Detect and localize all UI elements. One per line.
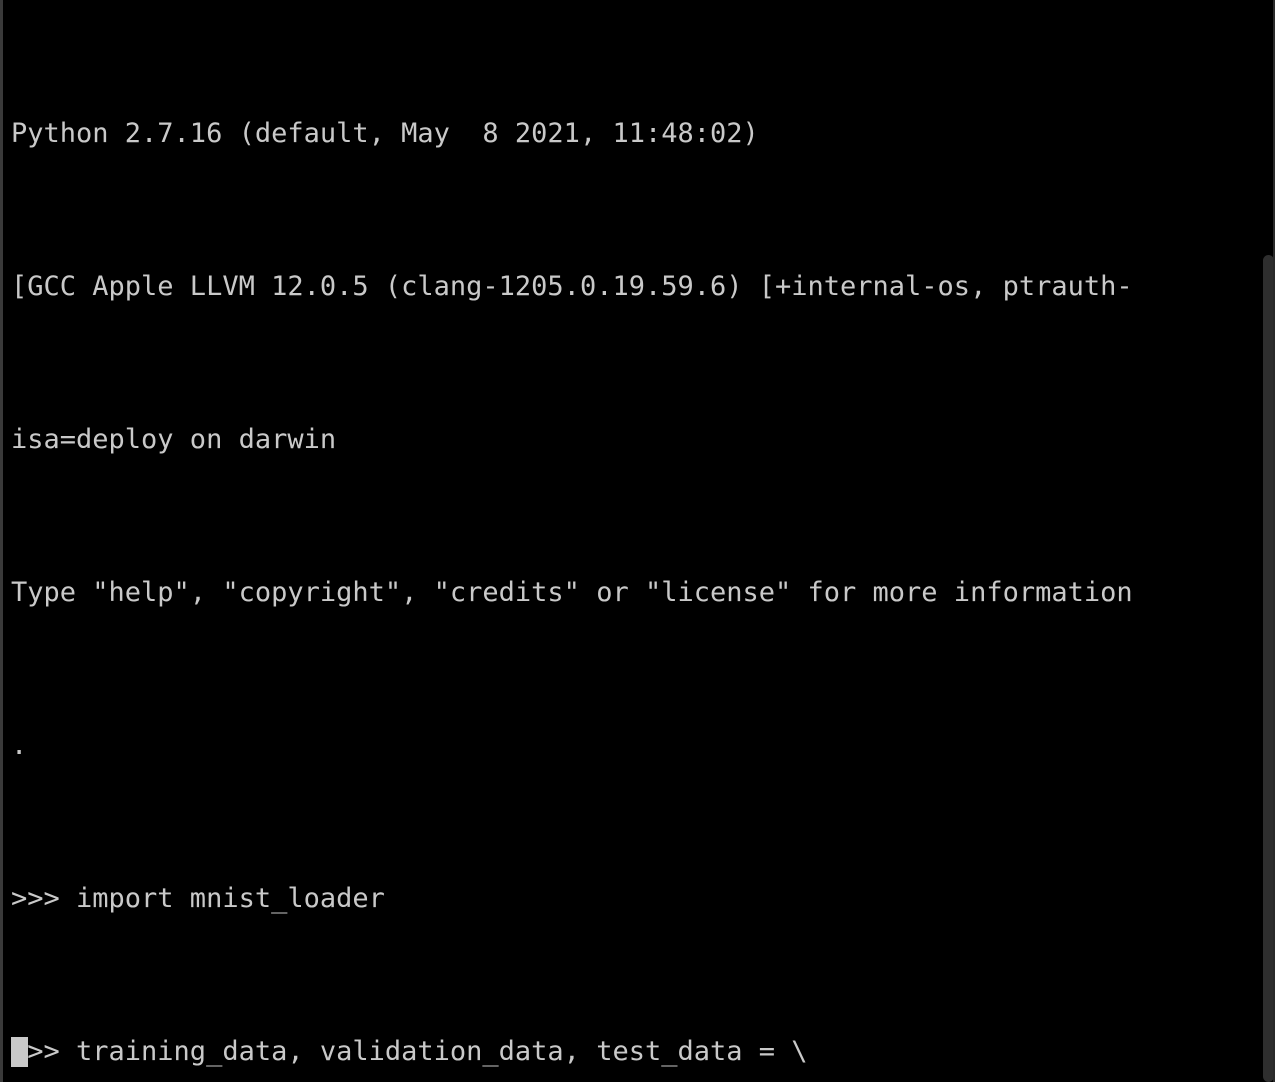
terminal-command-line: >>> import mnist_loader	[11, 883, 385, 914]
terminal-window[interactable]: Python 2.7.16 (default, May 8 2021, 11:4…	[0, 0, 1275, 1082]
terminal-line: Type "help", "copyright", "credits" or "…	[11, 577, 1133, 608]
block-cursor	[11, 1037, 28, 1067]
terminal-line: .	[11, 730, 28, 761]
terminal-line: Python 2.7.16 (default, May 8 2021, 11:4…	[11, 118, 759, 149]
terminal-line: isa=deploy on darwin	[11, 424, 337, 455]
terminal-line: [GCC Apple LLVM 12.0.5 (clang-1205.0.19.…	[11, 271, 1133, 302]
terminal-command-line: >>> training_data, validation_data, test…	[11, 1036, 808, 1067]
terminal-output[interactable]: Python 2.7.16 (default, May 8 2021, 11:4…	[3, 0, 1265, 1082]
